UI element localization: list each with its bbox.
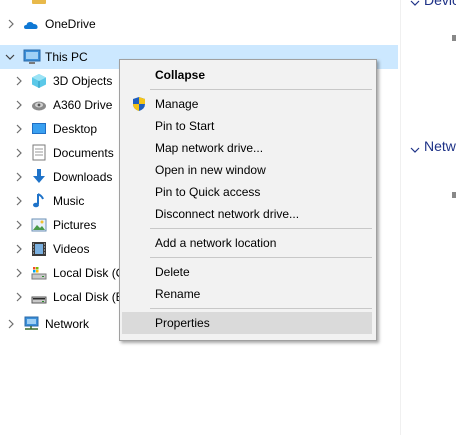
nav-item-a360-drive[interactable]: A360 Drive xyxy=(0,93,120,117)
downloads-icon xyxy=(31,168,47,184)
menu-item-properties[interactable]: Properties xyxy=(122,312,372,334)
nav-item-label: Local Disk (E xyxy=(53,290,124,304)
music-icon xyxy=(31,192,47,208)
menu-item-label: Collapse xyxy=(155,68,206,82)
menu-item-pin-to-start[interactable]: Pin to Start xyxy=(122,115,372,137)
menu-item-pin-to-quick-access[interactable]: Pin to Quick access xyxy=(122,181,372,203)
nav-item-pictures[interactable]: Pictures xyxy=(0,213,120,237)
nav-item-network[interactable]: Network xyxy=(0,312,120,336)
menu-item-disconnect-network-drive[interactable]: Disconnect network drive... xyxy=(122,203,372,225)
nav-item-3d-objects[interactable]: 3D Objects xyxy=(0,69,120,93)
nav-item-local-disk-e[interactable]: Local Disk (E xyxy=(0,285,124,309)
nav-item-label: OneDrive xyxy=(45,17,96,31)
chevron-right-icon[interactable] xyxy=(6,19,16,29)
chevron-right-icon[interactable] xyxy=(14,196,24,206)
chevron-right-icon[interactable] xyxy=(14,124,24,134)
menu-item-label: Properties xyxy=(155,316,210,330)
nav-item-downloads[interactable]: Downloads xyxy=(0,165,120,189)
menu-item-add-network-location[interactable]: Add a network location xyxy=(122,232,372,254)
chevron-right-icon[interactable] xyxy=(6,319,16,329)
3d-objects-icon xyxy=(31,73,47,89)
menu-item-label: Map network drive... xyxy=(155,141,264,155)
pane-divider xyxy=(400,0,401,435)
menu-item-label: Delete xyxy=(155,265,190,279)
menu-item-collapse[interactable]: Collapse xyxy=(122,64,372,86)
nav-item-local-disk-c[interactable]: Local Disk (C xyxy=(0,261,124,285)
computer-icon xyxy=(23,49,41,65)
nav-item-videos[interactable]: Videos xyxy=(0,237,120,261)
chevron-right-icon[interactable] xyxy=(14,148,24,158)
nav-item-label: Desktop xyxy=(53,122,98,136)
chevron-right-icon[interactable] xyxy=(14,292,24,302)
nav-item-label: Videos xyxy=(53,242,90,256)
shield-icon xyxy=(131,96,147,112)
nav-item-music[interactable]: Music xyxy=(0,189,120,213)
local-disk-c-icon xyxy=(31,265,47,281)
chevron-right-icon[interactable] xyxy=(14,220,24,230)
nav-item-label: Documents xyxy=(53,146,114,160)
menu-item-label: Add a network location xyxy=(155,236,277,250)
nav-item-desktop[interactable]: Desktop xyxy=(0,117,120,141)
context-menu: Collapse Manage Pin to Start Map network… xyxy=(119,59,377,341)
nav-item-label: Pictures xyxy=(53,218,97,232)
nav-item-label: Downloads xyxy=(53,170,113,184)
chevron-down-icon xyxy=(410,143,420,156)
menu-separator xyxy=(150,228,372,229)
documents-icon xyxy=(31,144,47,161)
menu-item-delete[interactable]: Delete xyxy=(122,261,372,283)
a360-drive-icon xyxy=(31,97,47,113)
group-header-network[interactable]: Netw xyxy=(410,138,456,156)
menu-item-label: Manage xyxy=(155,97,199,111)
nav-item-label: Network xyxy=(45,317,90,331)
nav-item-label: A360 Drive xyxy=(53,98,113,112)
menu-item-label: Open in new window xyxy=(155,163,266,177)
videos-icon xyxy=(31,241,47,257)
menu-item-label: Disconnect network drive... xyxy=(155,207,300,221)
menu-item-open-in-new-window[interactable]: Open in new window xyxy=(122,159,372,181)
nav-item-label: Local Disk (C xyxy=(53,266,125,280)
menu-item-map-network-drive[interactable]: Map network drive... xyxy=(122,137,372,159)
menu-item-label: Rename xyxy=(155,287,201,301)
folder-icon-partial xyxy=(32,0,46,4)
group-header-devices[interactable]: Devic xyxy=(410,0,456,9)
local-disk-e-icon xyxy=(31,289,47,305)
chevron-right-icon[interactable] xyxy=(14,76,24,86)
chevron-right-icon[interactable] xyxy=(14,100,24,110)
partial-icon xyxy=(452,35,456,41)
nav-item-label: Music xyxy=(53,194,85,208)
chevron-right-icon[interactable] xyxy=(14,244,24,254)
chevron-down-icon xyxy=(410,0,420,9)
menu-item-rename[interactable]: Rename xyxy=(122,283,372,305)
cloud-icon xyxy=(23,17,39,33)
group-header-label: Netw xyxy=(424,138,456,154)
desktop-icon xyxy=(31,121,47,137)
group-header-label: Devic xyxy=(424,0,456,8)
menu-separator xyxy=(150,308,372,309)
nav-item-onedrive[interactable]: OneDrive xyxy=(0,12,398,36)
nav-item-label: 3D Objects xyxy=(53,74,113,88)
menu-separator xyxy=(150,89,372,90)
chevron-right-icon[interactable] xyxy=(14,268,24,278)
pictures-icon xyxy=(31,217,47,233)
nav-item-label: This PC xyxy=(45,50,88,64)
menu-separator xyxy=(150,257,372,258)
partial-icon xyxy=(452,192,456,198)
menu-item-label: Pin to Start xyxy=(155,119,215,133)
chevron-right-icon[interactable] xyxy=(14,172,24,182)
nav-item-documents[interactable]: Documents xyxy=(0,141,120,165)
network-icon xyxy=(23,315,39,331)
menu-item-manage[interactable]: Manage xyxy=(122,93,372,115)
menu-item-label: Pin to Quick access xyxy=(155,185,261,199)
chevron-down-icon[interactable] xyxy=(5,52,15,62)
